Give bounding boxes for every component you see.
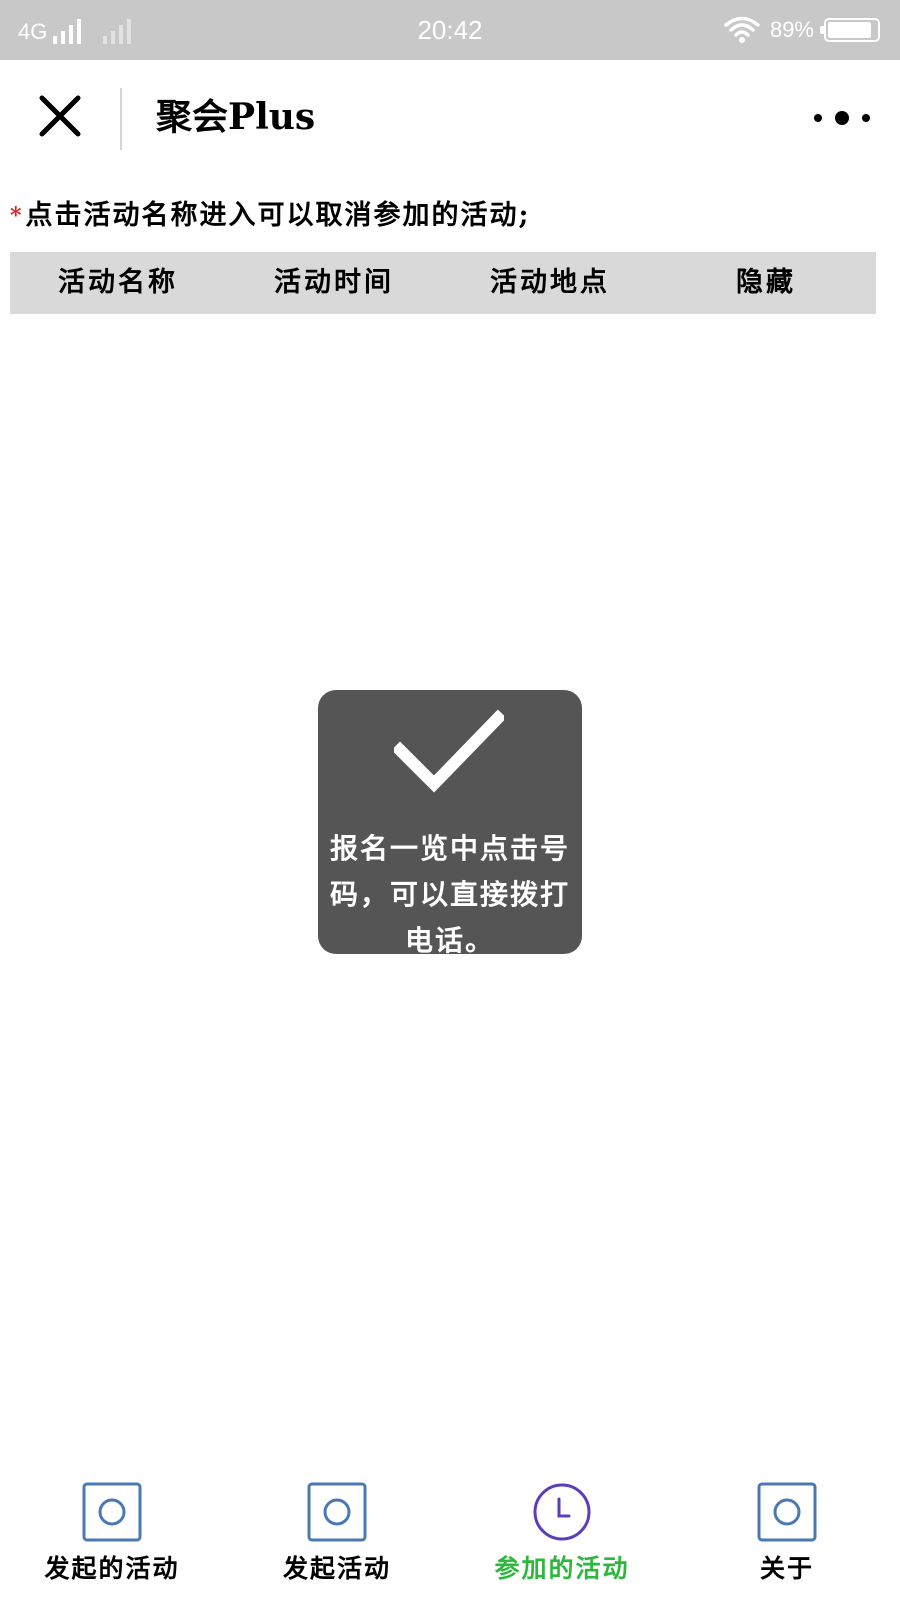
wifi-icon — [724, 16, 760, 43]
tab-joined-activities[interactable]: 参加的活动 — [462, 1480, 662, 1590]
square-circle-icon — [307, 1482, 367, 1542]
nav-divider — [120, 88, 122, 150]
hint-text: *点击活动名称进入可以取消参加的活动; — [10, 196, 530, 236]
column-header-location: 活动地点 — [490, 267, 610, 298]
column-header-time: 活动时间 — [274, 267, 394, 298]
tab-about[interactable]: 关于 — [687, 1480, 887, 1590]
tab-label: 发起的活动 — [44, 1554, 180, 1583]
square-circle-icon — [757, 1482, 817, 1542]
column-header-name: 活动名称 — [58, 267, 178, 298]
close-icon — [39, 95, 81, 137]
column-header-hide: 隐藏 — [736, 267, 796, 298]
battery-text: 89% — [769, 17, 814, 42]
status-bar: 4G 20:42 89% — [0, 0, 900, 60]
more-dot-icon — [835, 111, 849, 125]
required-star: * — [10, 203, 24, 229]
more-dot-icon — [814, 114, 822, 122]
tab-label: 发起活动 — [282, 1554, 391, 1583]
hint-label: 点击活动名称进入可以取消参加的活动; — [25, 200, 531, 231]
toast: 报名一览中点击号码，可以直接拨打电话。 — [318, 690, 582, 954]
battery-fill — [828, 22, 871, 38]
nav-bar: 聚会Plus — [0, 60, 900, 178]
more-button[interactable] — [814, 98, 870, 138]
page-title: 聚会Plus — [156, 96, 316, 138]
more-dot-icon — [862, 114, 870, 122]
toast-message: 报名一览中点击号码，可以直接拨打电话。 — [329, 832, 570, 954]
tab-bar: 发起的活动 发起活动 参加的活动 关于 — [0, 1470, 900, 1600]
tab-initiated-activities[interactable]: 发起的活动 — [12, 1480, 212, 1590]
tab-label: 参加的活动 — [494, 1554, 630, 1583]
status-right: 89% — [724, 14, 880, 46]
square-circle-icon — [82, 1482, 142, 1542]
table-header: 活动名称 活动时间 活动地点 隐藏 — [10, 252, 876, 314]
tab-label: 关于 — [759, 1554, 814, 1583]
checkmark-icon — [394, 709, 504, 793]
clock-icon — [533, 1483, 591, 1541]
battery-icon — [820, 18, 880, 42]
tab-create-activity[interactable]: 发起活动 — [237, 1480, 437, 1590]
close-button[interactable] — [34, 90, 86, 142]
